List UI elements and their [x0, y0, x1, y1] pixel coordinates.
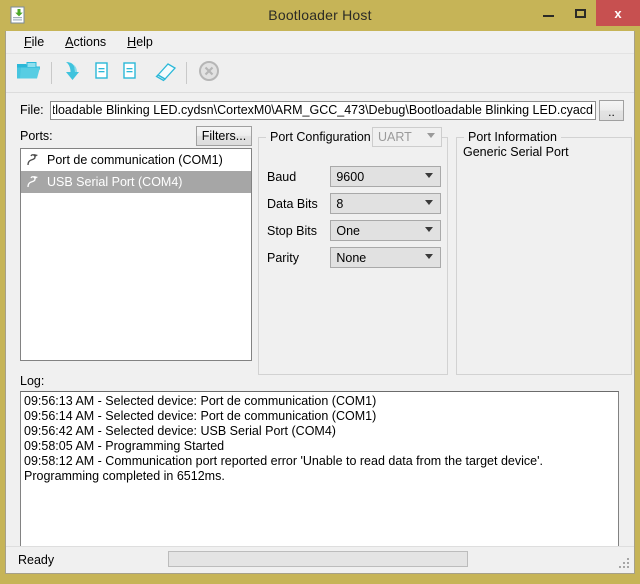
abort-button: [192, 57, 226, 89]
log-line: 09:56:42 AM - Selected device: USB Seria…: [24, 424, 615, 439]
maximize-icon: [575, 9, 586, 18]
resize-grip[interactable]: [619, 558, 631, 570]
chevron-down-icon: [425, 227, 433, 232]
list-item-label: Port de communication (COM1): [47, 153, 223, 167]
port-information-title: Port Information: [464, 130, 561, 144]
ports-list[interactable]: Port de communication (COM1) USB Serial …: [20, 148, 252, 361]
filters-button[interactable]: Filters...: [196, 126, 252, 146]
application-window: Bootloader Host x File Actions Help: [0, 0, 640, 584]
log-label: Log:: [20, 374, 44, 388]
open-file-button[interactable]: [12, 57, 46, 89]
menu-bar: File Actions Help: [6, 31, 634, 54]
baud-row: Baud 9600: [267, 166, 441, 187]
baud-select[interactable]: 9600: [330, 166, 441, 187]
list-item[interactable]: Port de communication (COM1): [21, 149, 251, 171]
list-item-label: USB Serial Port (COM4): [47, 175, 182, 189]
download-arrow-icon: [62, 59, 86, 88]
status-bar: Ready: [6, 546, 634, 573]
port-configuration-title: Port Configuration: [266, 130, 375, 144]
stop-bits-select[interactable]: One: [330, 220, 441, 241]
eraser-icon: [151, 59, 177, 88]
serial-port-icon: [25, 174, 43, 190]
erase-button[interactable]: [147, 57, 181, 89]
log-line: 09:56:14 AM - Selected device: Port de c…: [24, 409, 615, 424]
list-item[interactable]: USB Serial Port (COM4): [21, 171, 251, 193]
stop-bits-label: Stop Bits: [267, 224, 330, 238]
log-line: Programming completed in 6512ms.: [24, 469, 615, 484]
ports-label: Ports:: [20, 129, 53, 143]
data-bits-select[interactable]: 8: [330, 193, 441, 214]
minimize-icon: [543, 15, 554, 17]
window-controls: x: [532, 0, 640, 26]
parity-value: None: [336, 251, 366, 265]
baud-label: Baud: [267, 170, 330, 184]
document-icon: [121, 59, 145, 88]
menu-file[interactable]: File: [14, 32, 55, 52]
data-bits-value: 8: [336, 197, 343, 211]
chevron-down-icon: [425, 200, 433, 205]
cancel-circle-icon: [198, 60, 220, 87]
menu-actions[interactable]: Actions: [55, 32, 117, 52]
log-line: 09:58:05 AM - Programming Started: [24, 439, 615, 454]
protocol-select-value: UART: [378, 130, 412, 144]
port-information-group: Port Information Generic Serial Port: [456, 137, 632, 375]
middle-panel: Ports: Filters... Port de communication …: [6, 126, 634, 411]
program-button[interactable]: [57, 57, 91, 89]
chevron-down-icon: [427, 133, 435, 138]
maximize-button[interactable]: [564, 0, 596, 26]
ports-header: Ports: Filters...: [20, 126, 252, 146]
file-row: File: ..: [6, 97, 634, 123]
verify-second-button[interactable]: [119, 57, 147, 89]
stop-bits-row: Stop Bits One: [267, 220, 441, 241]
data-bits-row: Data Bits 8: [267, 193, 441, 214]
file-label: File:: [20, 103, 50, 117]
menu-help[interactable]: Help: [117, 32, 164, 52]
log-line: 09:58:12 AM - Communication port reporte…: [24, 454, 615, 469]
window-client-area: File Actions Help: [5, 31, 635, 574]
parity-label: Parity: [267, 251, 330, 265]
toolbar-separator-2: [186, 62, 187, 84]
protocol-select: UART: [372, 127, 442, 147]
close-button[interactable]: x: [596, 0, 640, 26]
port-information-text: Generic Serial Port: [463, 145, 569, 159]
minimize-button[interactable]: [532, 0, 564, 26]
log-line: 09:56:13 AM - Selected device: Port de c…: [24, 394, 615, 409]
open-folder-icon: [15, 59, 43, 88]
progress-bar: [168, 551, 468, 567]
baud-value: 9600: [336, 170, 364, 184]
parity-select[interactable]: None: [330, 247, 441, 268]
log-output[interactable]: 09:56:13 AM - Selected device: Port de c…: [20, 391, 619, 566]
verify-button[interactable]: [91, 57, 119, 89]
serial-port-icon: [25, 152, 43, 168]
chevron-down-icon: [425, 173, 433, 178]
browse-button[interactable]: ..: [599, 100, 624, 121]
file-path-input[interactable]: [50, 101, 596, 120]
toolbar: [6, 54, 634, 93]
two-documents-icon: [93, 59, 117, 88]
toolbar-separator: [51, 62, 52, 84]
data-bits-label: Data Bits: [267, 197, 330, 211]
chevron-down-icon: [425, 254, 433, 259]
status-text: Ready: [18, 553, 54, 567]
title-bar: Bootloader Host x: [0, 0, 640, 31]
stop-bits-value: One: [336, 224, 360, 238]
parity-row: Parity None: [267, 247, 441, 268]
port-configuration-group: Port Configuration UART Baud 9600 Data B…: [258, 137, 448, 375]
